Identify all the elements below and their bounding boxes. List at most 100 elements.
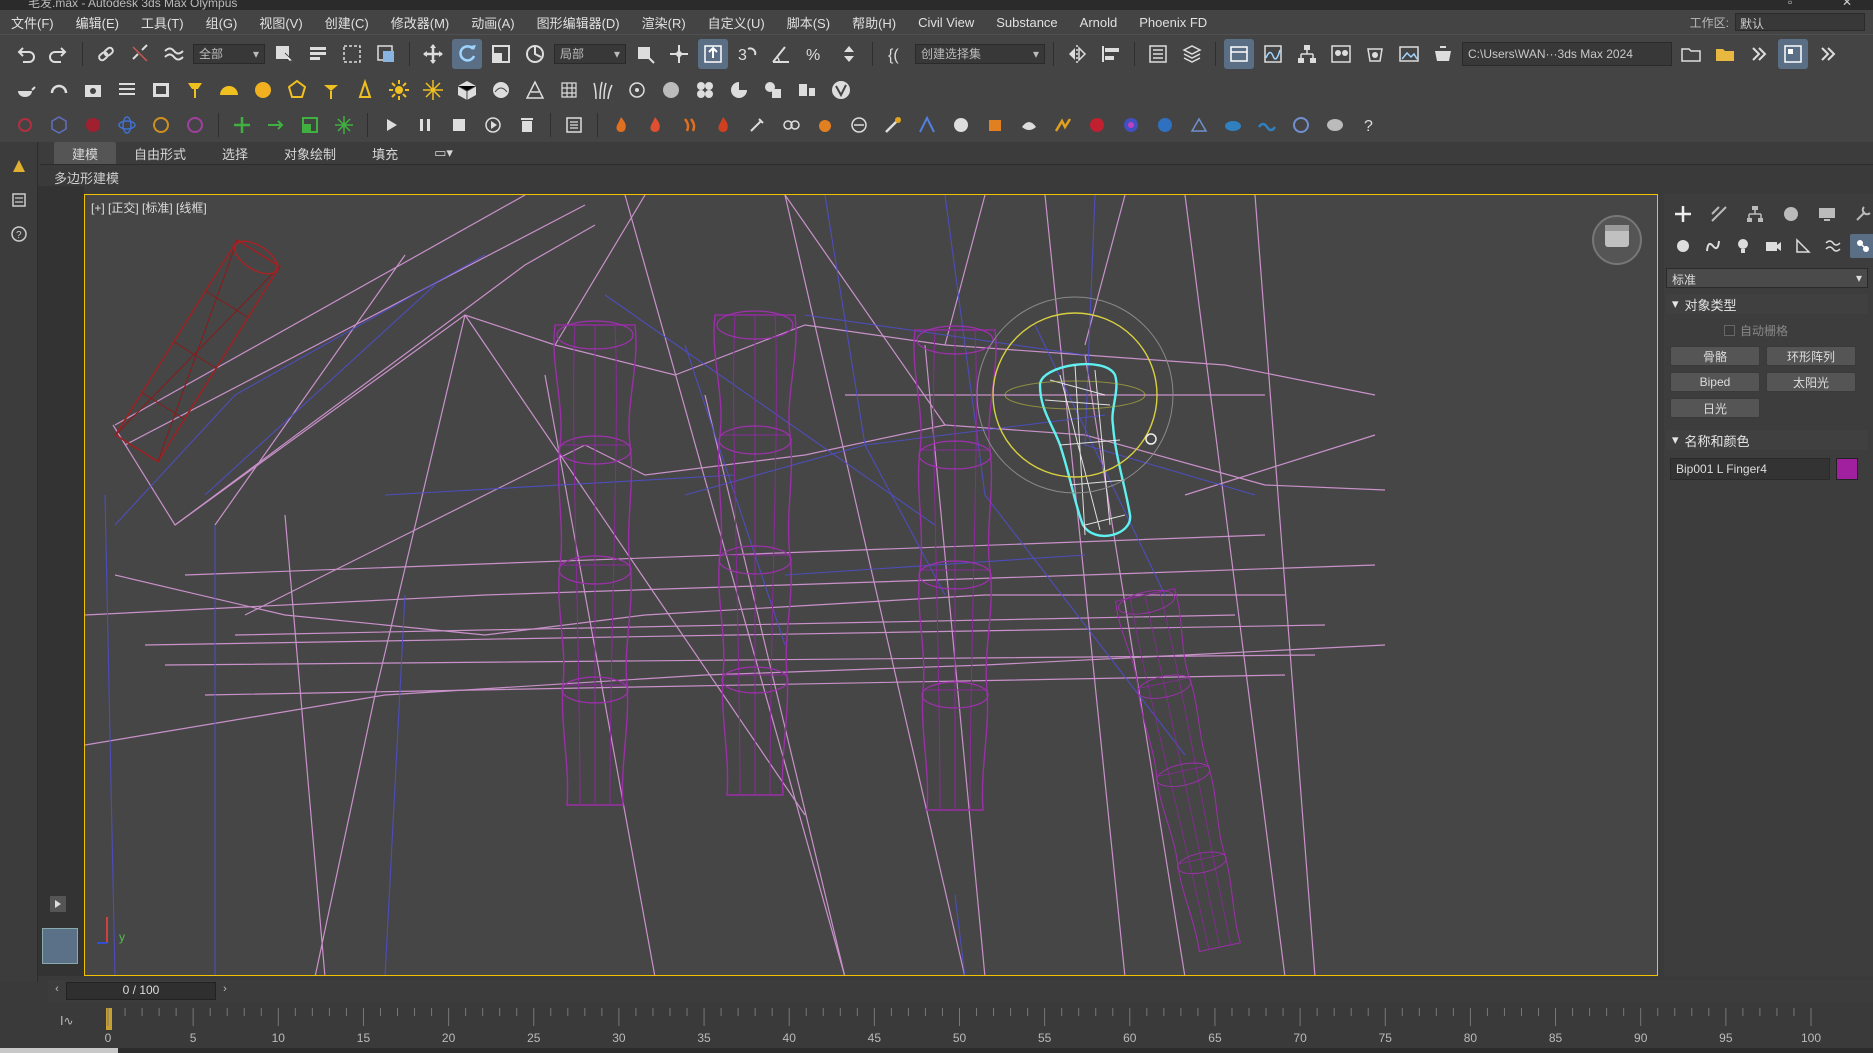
tool-c-icon[interactable] (810, 110, 840, 140)
undo-icon[interactable] (10, 39, 40, 69)
menu-group[interactable]: 组(G) (195, 13, 249, 32)
target-spot-icon[interactable] (316, 75, 346, 105)
track-bar[interactable]: Ⅰ∿ 0 5 10 15 20 25 30 35 40 45 50 55 60 65 70 75 80 85 90 9… (48, 1004, 1873, 1048)
angle-snap-icon[interactable] (766, 39, 796, 69)
menu-customize[interactable]: 自定义(U) (697, 13, 776, 32)
lights-category-icon[interactable] (1730, 234, 1756, 258)
cube-wire-icon[interactable] (44, 110, 74, 140)
trash-icon[interactable] (512, 110, 542, 140)
select-by-name-icon[interactable] (303, 39, 333, 69)
sphere-icon[interactable] (486, 75, 516, 105)
name-color-rollout[interactable]: ▾ 名称和颜色 (1666, 430, 1868, 450)
object-color-swatch[interactable] (1836, 458, 1858, 480)
grid-object-icon[interactable] (554, 75, 584, 105)
multi-material-icon[interactable] (690, 75, 720, 105)
material-sphere-icon[interactable] (656, 75, 686, 105)
spinner-snap-icon[interactable] (834, 39, 864, 69)
helpers-category-icon[interactable] (1790, 234, 1816, 258)
percent-snap-icon[interactable]: % (800, 39, 830, 69)
tab-freeform[interactable]: 自由形式 (116, 142, 204, 165)
curve-editor-icon[interactable] (1258, 39, 1288, 69)
ribbon-options-icon[interactable]: ▭▾ (416, 143, 471, 163)
menu-edit[interactable]: 编辑(E) (65, 13, 130, 32)
menu-modifiers[interactable]: 修改器(M) (380, 13, 461, 32)
menu-view[interactable]: 视图(V) (248, 13, 313, 32)
material-browser-icon[interactable] (758, 75, 788, 105)
menu-arnold[interactable]: Arnold (1069, 15, 1129, 30)
tool-g-icon[interactable] (946, 110, 976, 140)
green-arrow-icon[interactable] (261, 110, 291, 140)
systems-category-icon[interactable] (1850, 234, 1873, 258)
pivot-center-icon[interactable] (630, 39, 660, 69)
close-icon[interactable]: ✕ (1842, 0, 1852, 9)
create-tab-icon[interactable] (1670, 202, 1696, 226)
daylight-icon[interactable] (418, 75, 448, 105)
restore-icon[interactable]: ▫ (1788, 0, 1792, 9)
fire-icon[interactable] (606, 110, 636, 140)
camera-icon[interactable] (78, 75, 108, 105)
prev-frame-icon[interactable]: ‹ (50, 983, 64, 999)
layer-explorer-icon[interactable] (1177, 39, 1207, 69)
expand-panel-icon[interactable] (50, 896, 66, 912)
named-selection-set-dropdown[interactable]: 创建选择集 ▾ (915, 43, 1045, 64)
scene-explorer-toggle-icon[interactable] (9, 156, 29, 176)
project-folder-icon[interactable] (1676, 39, 1706, 69)
menu-substance[interactable]: Substance (985, 15, 1068, 30)
tool-m-icon[interactable] (1150, 110, 1180, 140)
tool-a-icon[interactable] (742, 110, 772, 140)
hierarchy-tab-icon[interactable] (1742, 202, 1768, 226)
green-scale-icon[interactable] (295, 110, 325, 140)
step-icon[interactable] (478, 110, 508, 140)
object-category-dropdown[interactable]: 标准 ▾ (1666, 268, 1868, 288)
tool-h-icon[interactable] (980, 110, 1010, 140)
tool-l-icon[interactable] (1116, 110, 1146, 140)
spotlight-icon[interactable] (180, 75, 210, 105)
align-icon[interactable] (1096, 39, 1126, 69)
autogrid-checkbox[interactable]: 自动栅格 (1724, 322, 1788, 339)
box-icon[interactable] (452, 75, 482, 105)
scene-explorer-icon[interactable] (1143, 39, 1173, 69)
scale-icon[interactable] (486, 39, 516, 69)
next-frame-icon[interactable]: › (218, 983, 232, 999)
tool-q-icon[interactable] (1286, 110, 1316, 140)
viewport-label[interactable]: [+] [正交] [标准] [线框] (91, 199, 207, 216)
green-transform-icon[interactable] (227, 110, 257, 140)
skylight-icon[interactable] (214, 75, 244, 105)
daylight-button[interactable]: 日光 (1670, 398, 1760, 418)
time-slider[interactable]: ‹ 0 / 100 › (48, 980, 1873, 1002)
window-crossing-icon[interactable] (371, 39, 401, 69)
selection-filter-dropdown[interactable]: 全部 ▾ (193, 43, 265, 64)
material-editor-icon[interactable] (1326, 39, 1356, 69)
play-icon[interactable] (376, 110, 406, 140)
tab-modeling[interactable]: 建模 (54, 141, 117, 165)
modify-tab-icon[interactable] (1706, 202, 1732, 226)
reference-coord-dropdown[interactable]: 局部 ▾ (554, 43, 626, 64)
blue-atom-icon[interactable] (112, 110, 142, 140)
hair-icon[interactable] (588, 75, 618, 105)
menu-file[interactable]: 文件(F) (0, 13, 65, 32)
bones-button[interactable]: 骨骼 (1670, 346, 1760, 366)
more-tools-icon[interactable] (1744, 39, 1774, 69)
tab-populate[interactable]: 填充 (354, 142, 416, 165)
tab-object-paint[interactable]: 对象绘制 (266, 142, 354, 165)
tool-r-icon[interactable] (1320, 110, 1350, 140)
red-sphere-icon[interactable] (78, 110, 108, 140)
help-icon[interactable]: ? (1354, 110, 1384, 140)
menu-help[interactable]: 帮助(H) (841, 13, 907, 32)
tool-j-icon[interactable] (1048, 110, 1078, 140)
ring-array-button[interactable]: 环形阵列 (1766, 346, 1856, 366)
space-warps-category-icon[interactable] (1820, 234, 1846, 258)
shapes-category-icon[interactable] (1700, 234, 1726, 258)
tool-k-icon[interactable] (1082, 110, 1112, 140)
pause-icon[interactable] (410, 110, 440, 140)
tool-n-icon[interactable] (1184, 110, 1214, 140)
particle-icon[interactable] (622, 75, 652, 105)
ribbon-toggle-icon[interactable] (1224, 38, 1254, 69)
object-type-rollout[interactable]: ▾ 对象类型 (1666, 294, 1868, 314)
tab-selection[interactable]: 选择 (204, 142, 266, 165)
fire-simulate-icon[interactable] (640, 110, 670, 140)
film-icon[interactable] (146, 75, 176, 105)
fire-liquid-icon[interactable] (708, 110, 738, 140)
rect-selection-icon[interactable] (337, 39, 367, 69)
biped-button[interactable]: Biped (1670, 372, 1760, 392)
